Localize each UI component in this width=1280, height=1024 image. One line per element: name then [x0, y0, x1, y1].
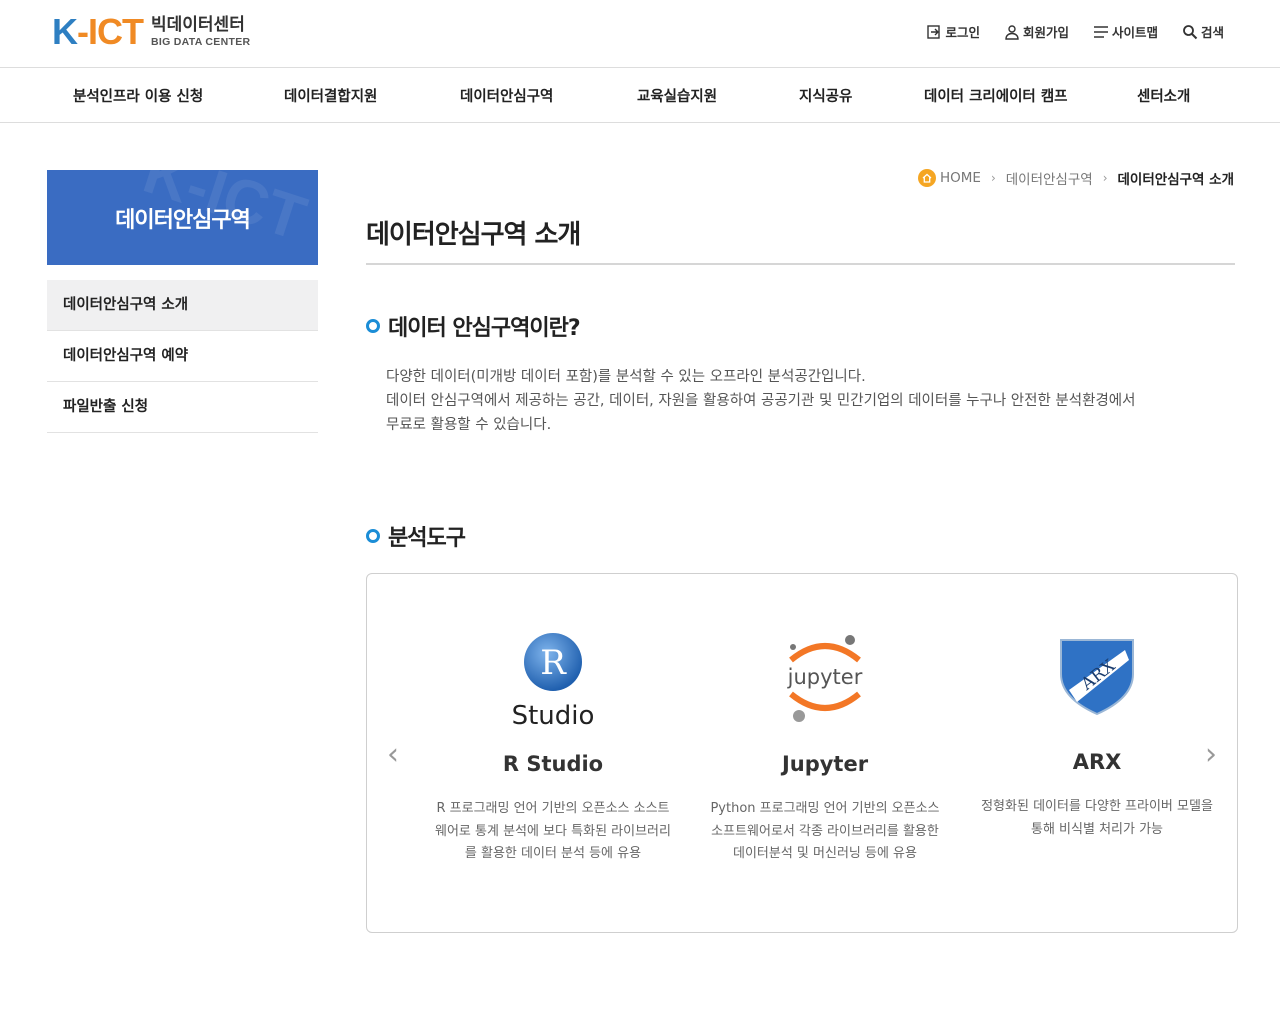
nav-safe-zone[interactable]: 데이터안심구역 [460, 85, 553, 106]
title-divider [366, 263, 1235, 265]
tool-description: R 프로그래밍 언어 기반의 오픈소스 소스트웨어로 통계 분석에 보다 특화된… [435, 801, 671, 861]
chevron-right-icon: › [1102, 171, 1108, 185]
login-icon [927, 24, 941, 39]
rstudio-logo-word: Studio [512, 701, 595, 731]
tool-card-rstudio[interactable]: R Studio R Studio R 프로그래밍 언어 기반의 오픈소스 소스… [433, 632, 673, 866]
tool-name: ARX [1072, 750, 1122, 774]
sidebar-title: 데이터안심구역 [115, 207, 251, 233]
rstudio-logo-letter: R [540, 643, 567, 683]
logo-dash: - [77, 11, 89, 52]
logo-korean: 빅데이터센터 [151, 15, 245, 35]
tool-name: R Studio [502, 752, 604, 776]
intro-heading-text: 데이터 안심구역이란? [388, 316, 581, 341]
page-title: 데이터안심구역 소개 [366, 220, 581, 250]
tools-carousel: ‹ › R Studio R Studio R 프로그래밍 언어 기반의 오픈소… [366, 573, 1238, 933]
chevron-right-icon: › [990, 171, 996, 185]
logo-text: 빅데이터센터 BIG DATA CENTER [151, 15, 250, 49]
tool-name: Jupyter [781, 752, 869, 776]
site-logo[interactable]: K-ICT 빅데이터센터 BIG DATA CENTER [52, 14, 250, 50]
search-icon [1183, 24, 1198, 39]
sidebar-title-banner: K-ICT 데이터안심구역 [47, 170, 318, 265]
search-label: 검색 [1200, 25, 1224, 40]
nav-knowledge[interactable]: 지식공유 [799, 85, 852, 106]
login-link[interactable]: 로그인 [926, 22, 980, 41]
breadcrumb: HOME › 데이터안심구역 › 데이터안심구역 소개 [917, 168, 1234, 188]
login-label: 로그인 [945, 25, 980, 40]
site-header: K-ICT 빅데이터센터 BIG DATA CENTER 로그인 회원가입 사이… [0, 0, 1280, 68]
sitemap-label: 사이트맵 [1111, 25, 1158, 40]
nav-data-combine[interactable]: 데이터결합지원 [284, 85, 377, 106]
arx-logo: ARX [977, 632, 1217, 742]
circle-bullet-icon [366, 319, 380, 333]
nav-analysis-infra[interactable]: 분석인프라 이용 신청 [73, 85, 203, 106]
tool-description: Python 프로그래밍 언어 기반의 오픈소스 소프트웨어로서 각종 라이브러… [710, 801, 940, 861]
utility-menu: 로그인 회원가입 사이트맵 검색 [926, 22, 1224, 41]
sidebar-item-reservation[interactable]: 데이터안심구역 예약 [47, 331, 318, 382]
breadcrumb-home[interactable]: HOME [940, 170, 981, 186]
user-icon [1005, 24, 1019, 40]
intro-description: 다양한 데이터(미개방 데이터 포함)를 분석할 수 있는 오프라인 분석공간입… [386, 365, 1216, 437]
rstudio-logo: R Studio [433, 632, 673, 742]
sitemap-link[interactable]: 사이트맵 [1093, 22, 1158, 41]
logo-english: BIG DATA CENTER [151, 36, 251, 48]
signup-link[interactable]: 회원가입 [1004, 22, 1069, 41]
tool-card-jupyter[interactable]: jupyter Jupyter Python 프로그래밍 언어 기반의 오픈소스… [705, 632, 945, 866]
prev-arrow-icon[interactable]: ‹ [387, 737, 399, 772]
tool-description: 정형화된 데이터를 다양한 프라이버 모델을 통해 비식별 처리가 가능 [981, 799, 1213, 837]
main-nav: 분석인프라 이용 신청 데이터결합지원 데이터안심구역 교육실습지원 지식공유 … [0, 68, 1280, 123]
logo-ict: ICT [88, 11, 144, 52]
search-link[interactable]: 검색 [1182, 22, 1224, 41]
intro-line: 다양한 데이터(미개방 데이터 포함)를 분석할 수 있는 오프라인 분석공간입… [386, 369, 866, 385]
tool-card-arx[interactable]: ARX ARX 정형화된 데이터를 다양한 프라이버 모델을 통해 비식별 처리… [977, 632, 1217, 841]
logo-k: K [52, 11, 78, 52]
jupyter-logo-word: jupyter [787, 665, 863, 689]
intro-line: 데이터 안심구역에서 제공하는 공간, 데이터, 자원을 활용하여 공공기관 및… [386, 393, 1136, 409]
circle-bullet-icon [366, 529, 380, 543]
nav-education[interactable]: 교육실습지원 [637, 85, 717, 106]
signup-label: 회원가입 [1022, 25, 1069, 40]
tools-heading-text: 분석도구 [388, 526, 466, 551]
nav-creator-camp[interactable]: 데이터 크리에이터 캠프 [924, 85, 1068, 106]
sidebar-menu: 데이터안심구역 소개 데이터안심구역 예약 파일반출 신청 [47, 280, 318, 433]
tools-heading: 분석도구 [366, 520, 466, 552]
sidebar-item-intro[interactable]: 데이터안심구역 소개 [47, 280, 318, 331]
intro-heading: 데이터 안심구역이란? [366, 310, 581, 342]
home-icon[interactable] [917, 169, 936, 187]
breadcrumb-parent[interactable]: 데이터안심구역 [1006, 168, 1093, 188]
sidebar-item-file-export[interactable]: 파일반출 신청 [47, 382, 318, 433]
jupyter-logo: jupyter [705, 632, 945, 742]
nav-about[interactable]: 센터소개 [1137, 85, 1190, 106]
logo-mark: K-ICT [52, 11, 144, 52]
menu-icon [1093, 25, 1108, 38]
intro-line: 무료로 활용할 수 있습니다. [386, 417, 552, 433]
breadcrumb-current: 데이터안심구역 소개 [1117, 172, 1234, 188]
